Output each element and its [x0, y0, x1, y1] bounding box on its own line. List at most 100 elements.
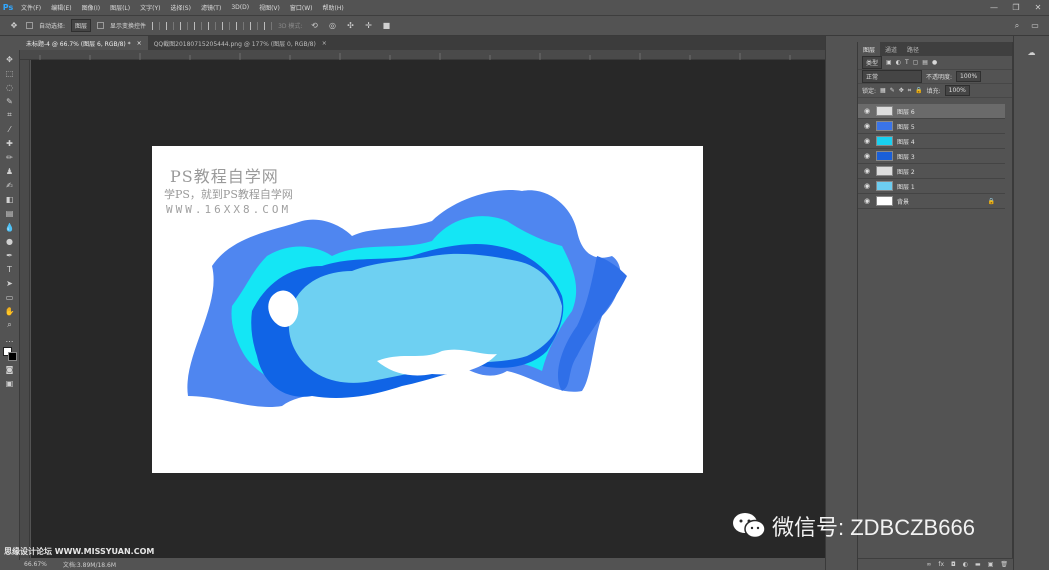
menu-view[interactable]: 视图(V)	[254, 3, 285, 12]
fx-icon[interactable]: fx	[938, 561, 944, 568]
filter-kind-dropdown[interactable]: 类型	[862, 56, 883, 69]
layer-name[interactable]: 图层 1	[897, 182, 915, 191]
align-top-icon[interactable]	[152, 21, 161, 30]
menu-image[interactable]: 图像(I)	[77, 3, 105, 12]
filter-pixel-icon[interactable]: ▣	[886, 59, 892, 66]
filter-smart-icon[interactable]: ▤	[922, 59, 928, 66]
show-transform-checkbox[interactable]	[97, 22, 105, 29]
libraries-icon[interactable]: ☁	[1026, 46, 1038, 58]
menu-help[interactable]: 帮助(H)	[318, 3, 349, 12]
lock-artboard-icon[interactable]: ⌗	[908, 87, 911, 95]
close-icon[interactable]: ×	[322, 40, 327, 47]
visibility-eye-icon[interactable]: ◉	[862, 122, 872, 130]
healing-brush-icon[interactable]: ✚	[4, 137, 16, 149]
clone-stamp-icon[interactable]: ♟	[4, 165, 16, 177]
visibility-eye-icon[interactable]: ◉	[862, 152, 872, 160]
opacity-field[interactable]: 100%	[956, 71, 982, 82]
visibility-eye-icon[interactable]: ◉	[862, 167, 872, 175]
minimize-button[interactable]: —	[983, 3, 1005, 12]
filter-toggle-icon[interactable]: ●	[932, 59, 937, 66]
tab-channels[interactable]: 通道	[880, 42, 902, 56]
close-icon[interactable]: ×	[137, 40, 142, 47]
adjustment-layer-icon[interactable]: ◐	[963, 561, 968, 568]
zoom-level[interactable]: 66.67%	[24, 561, 47, 568]
layer-row[interactable]: ◉ 图层 4	[858, 134, 1005, 149]
crop-tool-icon[interactable]: ⌗	[4, 109, 16, 121]
tab-untitled-4[interactable]: 未标题-4 @ 66.7% (图层 6, RGB/8) * ×	[20, 36, 148, 50]
hand-tool-icon[interactable]: ✋	[4, 305, 16, 317]
layer-row[interactable]: ◉ 背景 🔒	[858, 194, 1005, 209]
marquee-tool-icon[interactable]: ⬚	[4, 67, 16, 79]
path-select-icon[interactable]: ➤	[4, 277, 16, 289]
close-button[interactable]: ✕	[1027, 3, 1049, 12]
eyedropper-icon[interactable]: ⁄	[4, 123, 16, 135]
quick-mask-icon[interactable]: ◙	[4, 363, 16, 375]
layer-row[interactable]: ◉ 图层 2	[858, 164, 1005, 179]
visibility-eye-icon[interactable]: ◉	[862, 182, 872, 190]
screen-mode-icon[interactable]: ▣	[4, 377, 16, 389]
move-tool-icon[interactable]: ✥	[4, 53, 16, 65]
layer-row[interactable]: ◉ 图层 5	[858, 119, 1005, 134]
layer-name[interactable]: 图层 3	[897, 152, 915, 161]
shape-tool-icon[interactable]: ▭	[4, 291, 16, 303]
layer-name[interactable]: 图层 4	[897, 137, 915, 146]
history-brush-icon[interactable]: ✍	[4, 179, 16, 191]
scale-3d-icon[interactable]: ■	[380, 20, 392, 32]
layer-row[interactable]: ◉ 图层 6	[858, 104, 1005, 119]
lasso-tool-icon[interactable]: ◌	[4, 81, 16, 93]
drag-3d-icon[interactable]: ✣	[344, 20, 356, 32]
new-layer-icon[interactable]: ▣	[988, 561, 994, 568]
fill-field[interactable]: 100%	[944, 85, 970, 96]
menu-layer[interactable]: 图层(L)	[105, 3, 135, 12]
quick-select-icon[interactable]: ✎	[4, 95, 16, 107]
align-bottom-icon[interactable]	[180, 21, 189, 30]
lock-pixels-icon[interactable]: ▦	[880, 87, 886, 94]
menu-select[interactable]: 选择(S)	[165, 3, 196, 12]
dodge-icon[interactable]: ●	[4, 235, 16, 247]
trash-icon[interactable]: 🗑	[1000, 561, 1008, 568]
lock-all-icon[interactable]: 🔒	[915, 87, 922, 94]
filter-adjust-icon[interactable]: ◐	[896, 59, 901, 66]
workspace-icon[interactable]: ▭	[1029, 20, 1041, 32]
add-mask-icon[interactable]: ◘	[951, 561, 956, 568]
filter-type-icon[interactable]: T	[905, 59, 909, 66]
align-left-icon[interactable]	[194, 21, 203, 30]
layer-row[interactable]: ◉ 图层 1	[858, 179, 1005, 194]
distribute-icon[interactable]	[236, 21, 245, 30]
align-center-icon[interactable]	[208, 21, 217, 30]
tab-layers[interactable]: 图层	[858, 42, 881, 56]
layer-name[interactable]: 图层 2	[897, 167, 915, 176]
distribute-v-icon[interactable]	[264, 21, 273, 30]
layer-name[interactable]: 图层 6	[897, 107, 915, 116]
filter-shape-icon[interactable]: ▢	[913, 59, 919, 66]
layer-name[interactable]: 背景	[897, 197, 909, 206]
auto-select-dropdown[interactable]: 图层	[71, 19, 92, 32]
lock-position-icon[interactable]: ✥	[899, 87, 904, 94]
menu-file[interactable]: 文件(F)	[16, 3, 46, 12]
align-middle-icon[interactable]	[166, 21, 175, 30]
auto-select-checkbox[interactable]	[26, 22, 33, 29]
more-tools-icon[interactable]: …	[4, 333, 16, 345]
menu-type[interactable]: 文字(Y)	[135, 3, 165, 12]
align-right-icon[interactable]	[222, 21, 231, 30]
distribute-h-icon[interactable]	[250, 21, 259, 30]
search-icon[interactable]: ⌕	[1011, 20, 1023, 32]
zoom-tool-icon[interactable]: ⌕	[4, 319, 16, 331]
menu-window[interactable]: 窗口(W)	[285, 3, 318, 12]
pen-tool-icon[interactable]: ✒	[4, 249, 16, 261]
rotate-3d-icon[interactable]: ⟲	[308, 20, 320, 32]
gradient-icon[interactable]: ▤	[4, 207, 16, 219]
tab-paths[interactable]: 路径	[902, 42, 924, 56]
move-tool-icon[interactable]: ✥	[8, 20, 20, 32]
eraser-icon[interactable]: ◧	[4, 193, 16, 205]
menu-3d[interactable]: 3D(D)	[226, 4, 254, 11]
color-swatch-icon[interactable]	[2, 347, 17, 361]
visibility-eye-icon[interactable]: ◉	[862, 137, 872, 145]
brush-tool-icon[interactable]: ✏	[4, 151, 16, 163]
slide-3d-icon[interactable]: ✛	[362, 20, 374, 32]
type-tool-icon[interactable]: T	[4, 263, 16, 275]
layer-name[interactable]: 图层 5	[897, 122, 915, 131]
menu-edit[interactable]: 编辑(E)	[46, 3, 76, 12]
restore-button[interactable]: ❐	[1005, 3, 1027, 12]
link-layers-icon[interactable]: ∞	[926, 561, 931, 568]
